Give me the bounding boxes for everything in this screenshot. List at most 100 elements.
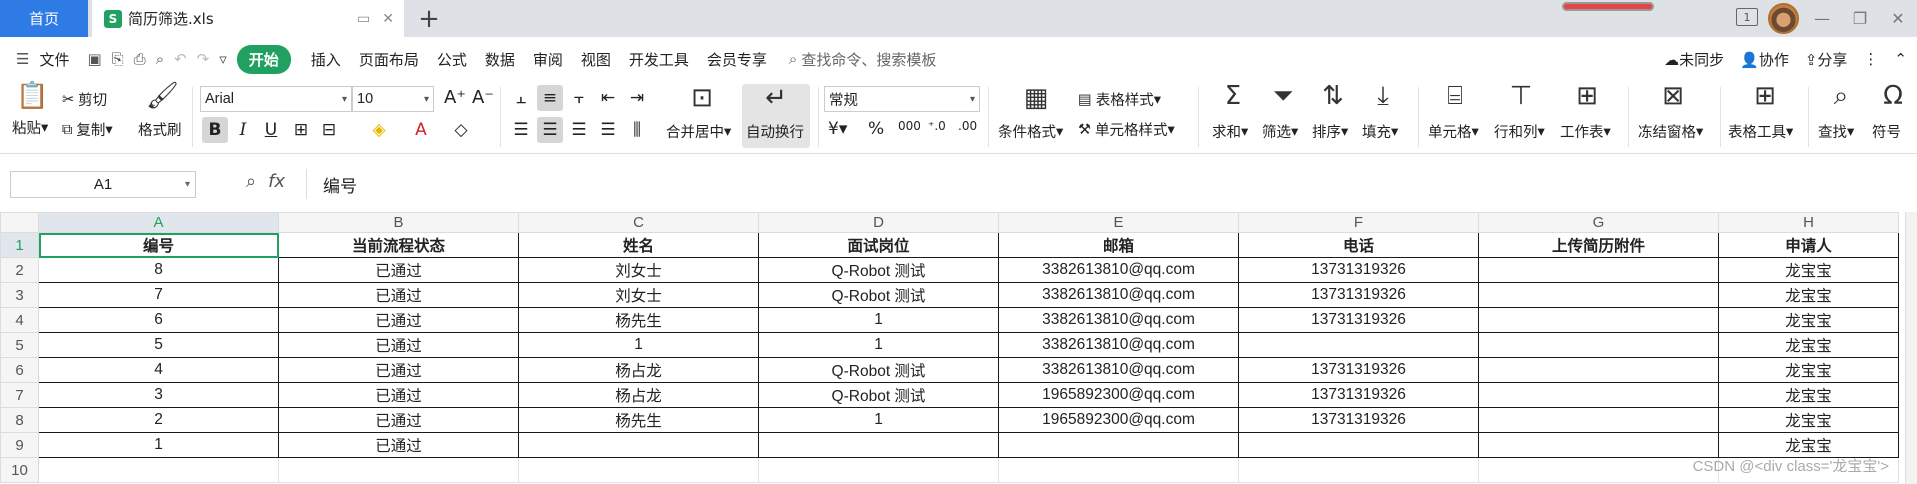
- header-cell[interactable]: 申请人: [1718, 232, 1899, 258]
- menu-data[interactable]: 数据: [485, 49, 533, 70]
- font-size-select[interactable]: 10 ▾: [352, 86, 434, 112]
- table-cell[interactable]: 1: [38, 432, 279, 458]
- close-icon[interactable]: ✕: [1879, 9, 1917, 28]
- empty-cell[interactable]: [1238, 457, 1479, 483]
- freeze-panes-icon[interactable]: ⊠: [1656, 81, 1690, 111]
- table-cell[interactable]: [1238, 332, 1479, 358]
- fx-icon[interactable]: fx: [268, 171, 285, 192]
- table-cell[interactable]: 龙宝宝: [1718, 307, 1899, 333]
- table-cell[interactable]: 龙宝宝: [1718, 382, 1899, 408]
- menu-file[interactable]: 文件: [39, 49, 87, 70]
- align-top-icon[interactable]: ⫠: [508, 85, 534, 111]
- row-header[interactable]: 6: [0, 357, 39, 383]
- paste-button[interactable]: 粘贴 ▾: [12, 117, 48, 138]
- table-cell[interactable]: Q-Robot 测试: [758, 382, 999, 408]
- sum-icon[interactable]: Σ: [1218, 81, 1248, 111]
- table-cell[interactable]: [518, 432, 759, 458]
- table-cell[interactable]: [1478, 307, 1719, 333]
- table-cell[interactable]: 龙宝宝: [1718, 332, 1899, 358]
- symbol-button[interactable]: 符号: [1872, 121, 1901, 142]
- table-cell[interactable]: 龙宝宝: [1718, 357, 1899, 383]
- vertical-scrollbar[interactable]: [1905, 212, 1917, 484]
- table-cell[interactable]: 已通过: [278, 257, 519, 283]
- table-cell[interactable]: 1965892300@qq.com: [998, 407, 1239, 433]
- row-header[interactable]: 7: [0, 382, 39, 408]
- menu-developer[interactable]: 开发工具: [629, 49, 707, 70]
- table-cell[interactable]: 6: [38, 307, 279, 333]
- column-header[interactable]: D: [758, 212, 999, 233]
- table-cell[interactable]: [1478, 382, 1719, 408]
- row-header[interactable]: 1: [0, 232, 39, 258]
- symbol-icon[interactable]: Ω: [1876, 81, 1910, 111]
- table-cell[interactable]: 5: [38, 332, 279, 358]
- column-header[interactable]: H: [1718, 212, 1899, 233]
- update-indicator[interactable]: [1562, 2, 1654, 11]
- table-cell[interactable]: 刘女士: [518, 257, 759, 283]
- table-cell[interactable]: 3382613810@qq.com: [998, 307, 1239, 333]
- header-cell[interactable]: 邮箱: [998, 232, 1239, 258]
- float-window-icon[interactable]: ▭: [357, 11, 370, 27]
- fill-icon[interactable]: ⤓: [1368, 81, 1398, 112]
- table-cell[interactable]: 龙宝宝: [1718, 282, 1899, 308]
- active-cell[interactable]: 编号: [38, 232, 279, 258]
- share-button[interactable]: ⇪分享: [1805, 49, 1848, 70]
- italic-icon[interactable]: I: [230, 117, 256, 143]
- conditional-format-button[interactable]: 条件格式 ▾: [998, 121, 1063, 142]
- redo-icon[interactable]: ↷: [197, 50, 210, 68]
- empty-cell[interactable]: [998, 457, 1239, 483]
- menu-page-layout[interactable]: 页面布局: [359, 49, 437, 70]
- home-tab[interactable]: 首页: [0, 0, 88, 37]
- row-col-button[interactable]: 行和列 ▾: [1494, 121, 1545, 142]
- fill-color-icon[interactable]: ◈: [366, 117, 392, 143]
- cut-button[interactable]: ✂ 剪切: [62, 89, 107, 110]
- table-cell[interactable]: [1478, 282, 1719, 308]
- close-tab-icon[interactable]: ✕: [382, 11, 394, 27]
- select-all-corner[interactable]: [0, 212, 39, 233]
- cell-button[interactable]: 单元格 ▾: [1428, 121, 1479, 142]
- new-tab-button[interactable]: +: [414, 4, 444, 34]
- more-quick-access-icon[interactable]: ▿: [219, 50, 227, 68]
- table-cell[interactable]: 已通过: [278, 382, 519, 408]
- name-box[interactable]: A1 ▾: [10, 171, 196, 198]
- column-header[interactable]: F: [1238, 212, 1479, 233]
- table-cell[interactable]: [758, 432, 999, 458]
- row-header[interactable]: 3: [0, 282, 39, 308]
- table-cell[interactable]: [998, 432, 1239, 458]
- table-cell[interactable]: 1: [758, 307, 999, 333]
- print-preview-icon[interactable]: ⌕: [156, 50, 164, 68]
- more-icon[interactable]: ⋮: [1863, 50, 1878, 68]
- increase-font-icon[interactable]: A⁺: [444, 87, 466, 108]
- empty-cell[interactable]: [1478, 457, 1719, 483]
- table-cell[interactable]: 1965892300@qq.com: [998, 382, 1239, 408]
- table-cell[interactable]: 13731319326: [1238, 307, 1479, 333]
- column-header[interactable]: G: [1478, 212, 1719, 233]
- align-right-icon[interactable]: ☰: [566, 117, 592, 143]
- undo-icon[interactable]: ↶: [174, 50, 187, 68]
- table-cell[interactable]: Q-Robot 测试: [758, 257, 999, 283]
- conditional-format-icon[interactable]: ▦: [1018, 83, 1054, 113]
- command-search[interactable]: ⌕ 查找命令、搜索模板: [789, 49, 936, 70]
- table-cell[interactable]: 杨占龙: [518, 382, 759, 408]
- decrease-font-icon[interactable]: A⁻: [472, 87, 494, 108]
- table-cell[interactable]: 龙宝宝: [1718, 432, 1899, 458]
- increase-decimal-icon[interactable]: ⁺.0: [928, 119, 946, 133]
- table-cell[interactable]: 13731319326: [1238, 407, 1479, 433]
- table-cell[interactable]: [1478, 332, 1719, 358]
- print-icon[interactable]: ⎙: [134, 50, 146, 68]
- empty-cell[interactable]: [278, 457, 519, 483]
- bold-icon[interactable]: B: [202, 117, 228, 143]
- row-header[interactable]: 8: [0, 407, 39, 433]
- table-cell[interactable]: 1: [758, 332, 999, 358]
- save-icon[interactable]: ▣: [87, 50, 101, 68]
- distributed-icon[interactable]: ⫼: [624, 117, 650, 143]
- copy-button[interactable]: ⧉ 复制 ▾: [62, 119, 113, 140]
- table-cell[interactable]: 已通过: [278, 282, 519, 308]
- spreadsheet-grid[interactable]: A B C D E F G H 1 编号 当前流程状态 姓名 面试岗位 邮箱 电话 上传简历附…: [0, 212, 1905, 484]
- row-header[interactable]: 10: [0, 457, 39, 483]
- freeze-panes-button[interactable]: 冻结窗格 ▾: [1638, 121, 1703, 142]
- table-cell[interactable]: [1238, 432, 1479, 458]
- row-col-icon[interactable]: ⊤: [1504, 81, 1538, 111]
- table-cell[interactable]: 已通过: [278, 307, 519, 333]
- table-cell[interactable]: 3382613810@qq.com: [998, 357, 1239, 383]
- column-header[interactable]: B: [278, 212, 519, 233]
